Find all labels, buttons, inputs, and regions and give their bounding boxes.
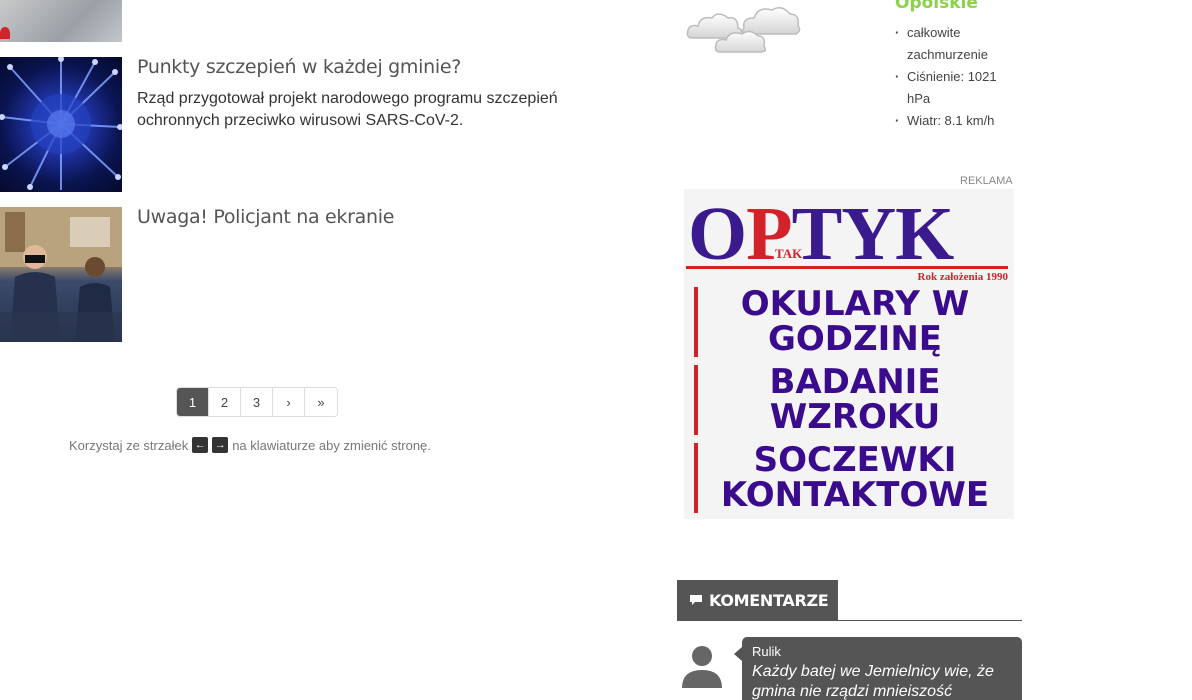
comment-bubble[interactable]: Rulik Każdy batej we Jemielnicy wie, że … (734, 637, 1022, 700)
ad-founded: Rok założenia 1990 (917, 271, 1008, 283)
ad-logo-o: O (688, 192, 747, 276)
ad-divider (686, 266, 1008, 269)
hint-text-after: na klawiaturze aby zmienić stronę. (232, 437, 431, 453)
avatar (682, 646, 722, 688)
right-arrow-key-icon: → (212, 437, 229, 453)
left-arrow-key-icon: ← (192, 437, 209, 453)
thumbnail-detail (0, 27, 10, 39)
ad-line-glasses: OKULARY W GODZINĘ (740, 284, 970, 359)
keyboard-navigation-hint: Korzystaj ze strzałek ← → na klawiaturze… (69, 437, 431, 453)
virus-illustration (0, 57, 122, 190)
weather-region[interactable]: Opolskie (895, 0, 978, 13)
page-button-1[interactable]: 1 (177, 388, 209, 416)
ad-line-contact-lenses: SOCZEWKI KONTAKTOWE (720, 440, 990, 515)
weather-condition: całkowite zachmurzenie (895, 22, 1015, 66)
hint-text-before: Korzystaj ze strzałek (69, 437, 189, 453)
ad-accent-bar (694, 443, 698, 513)
comments-section-header: KOMENTARZE (677, 580, 1022, 621)
article-thumbnail-previous[interactable] (0, 0, 122, 42)
pagination: 1 2 3 › » (176, 387, 338, 417)
comment-text: Każdy batej we Jemielnicy wie, że gmina … (752, 663, 994, 700)
last-page-button[interactable]: » (305, 388, 337, 416)
ad-logo-tak: TAK (775, 246, 803, 261)
ad-logo: OPTYK (688, 191, 955, 277)
weather-details: całkowite zachmurzenie Ciśnienie: 1021 h… (895, 22, 1015, 132)
ad-label: REKLAMA (960, 175, 1013, 187)
page-button-2[interactable]: 2 (209, 388, 241, 416)
ad-logo-rest: TYK (791, 192, 955, 276)
ad-line-eye-exam: BADANIE WZROKU (769, 362, 941, 437)
article-lead: Rząd przygotował projekt narodowego prog… (137, 90, 558, 129)
weather-pressure: Ciśnienie: 1021 hPa (895, 66, 1015, 110)
police-photo (0, 207, 122, 342)
article-title[interactable]: Uwaga! Policjant na ekranie (137, 206, 394, 228)
next-page-button[interactable]: › (273, 388, 305, 416)
comment-author: Rulik (752, 644, 781, 659)
article-thumbnail-police[interactable] (0, 207, 122, 342)
article-thumbnail-vaccination[interactable] (0, 57, 122, 192)
comments-tab[interactable]: KOMENTARZE (677, 580, 839, 620)
comment-icon (690, 595, 702, 605)
optyk-ad-banner[interactable]: OPTYK TAK Rok założenia 1990 OKULARY W G… (684, 189, 1014, 519)
ad-accent-bar (694, 287, 698, 357)
comments-title: KOMENTARZE (709, 590, 829, 610)
ad-accent-bar (694, 365, 698, 435)
cloudy-icon (686, 7, 801, 53)
page-button-3[interactable]: 3 (241, 388, 273, 416)
ad-logo-p: P (746, 192, 792, 276)
article-title[interactable]: Punkty szczepień w każdej gminie? (137, 56, 461, 78)
weather-wind: Wiatr: 8.1 km/h (895, 110, 1015, 132)
